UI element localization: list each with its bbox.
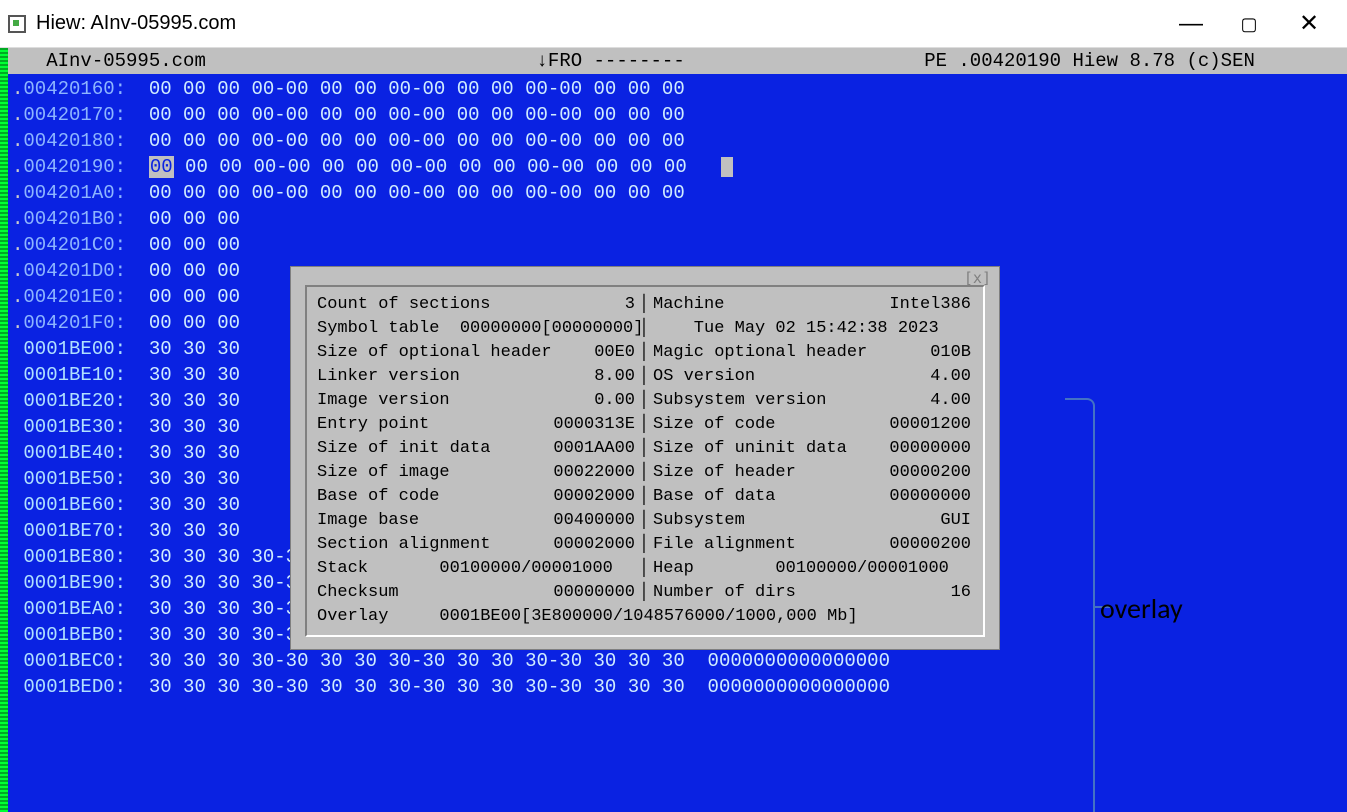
maximize-button[interactable]: ▢ (1239, 14, 1259, 34)
pe-header-content: Count of sections3│MachineIntel386Symbol… (305, 285, 985, 637)
window-controls: — ▢ ✕ (1179, 14, 1319, 34)
pe-row: Size of optional header00E0│Magic option… (317, 341, 973, 365)
window-titlebar: Hiew: AInv-05995.com — ▢ ✕ (0, 0, 1347, 48)
app-icon (8, 15, 26, 33)
pe-row: Entry point0000313E│Size of code00001200 (317, 413, 973, 437)
hex-row[interactable]: .004201B0: 00 00 00 (12, 206, 1347, 232)
pe-row: Checksum00000000│Number of dirs16 (317, 581, 973, 605)
status-bar: AInv-05995.com ↓FRO -------- PE .0042019… (0, 48, 1347, 74)
pe-overlay-line: Overlay 0001BE00[3E800000/1048576000/100… (317, 605, 973, 629)
pe-row: Count of sections3│MachineIntel386 (317, 293, 973, 317)
hex-row[interactable]: .00420170: 00 00 00 00-00 00 00 00-00 00… (12, 102, 1347, 128)
pe-row: Image version0.00│Subsystem version4.00 (317, 389, 973, 413)
status-filename: AInv-05995.com (46, 50, 206, 72)
status-pe-addr: PE .00420190 (924, 50, 1061, 72)
scroll-strip[interactable] (0, 48, 8, 812)
pe-header-dialog: [x] Count of sections3│MachineIntel386Sy… (290, 266, 1000, 650)
pe-row: Symbol table 00000000[00000000]│ Tue May… (317, 317, 973, 341)
pe-row: Size of image00022000│Size of header0000… (317, 461, 973, 485)
hex-row[interactable]: .00420160: 00 00 00 00-00 00 00 00-00 00… (12, 76, 1347, 102)
hex-row[interactable]: .00420180: 00 00 00 00-00 00 00 00-00 00… (12, 128, 1347, 154)
close-button[interactable]: ✕ (1299, 14, 1319, 34)
annotation-label: overlay (1100, 591, 1183, 626)
status-version: Hiew 8.78 (c)SEN (1072, 50, 1254, 72)
dialog-close-button[interactable]: [x] (964, 269, 991, 287)
hex-row[interactable]: .004201C0: 00 00 00 (12, 232, 1347, 258)
pe-row: Linker version8.00│OS version4.00 (317, 365, 973, 389)
hex-row[interactable]: .004201A0: 00 00 00 00-00 00 00 00-00 00… (12, 180, 1347, 206)
hex-row[interactable]: .00420190: 00 00 00 00-00 00 00 00-00 00… (12, 154, 1347, 180)
hex-row[interactable]: 0001BEC0: 30 30 30 30-30 30 30 30-30 30 … (12, 648, 1347, 674)
hex-editor-area: AInv-05995.com ↓FRO -------- PE .0042019… (0, 48, 1347, 812)
pe-row: Size of init data0001AA00│Size of uninit… (317, 437, 973, 461)
pe-row: Base of code00002000│Base of data0000000… (317, 485, 973, 509)
pe-row: Image base00400000│SubsystemGUI (317, 509, 973, 533)
window-title: Hiew: AInv-05995.com (36, 12, 1179, 35)
annotation-bracket (1065, 398, 1095, 812)
pe-row: Stack 00100000/00001000│Heap 00100000/00… (317, 557, 973, 581)
minimize-button[interactable]: — (1179, 14, 1199, 34)
status-mode: ↓FRO -------- (537, 50, 685, 72)
pe-row: Section alignment00002000│File alignment… (317, 533, 973, 557)
hex-row[interactable]: 0001BED0: 30 30 30 30-30 30 30 30-30 30 … (12, 674, 1347, 700)
